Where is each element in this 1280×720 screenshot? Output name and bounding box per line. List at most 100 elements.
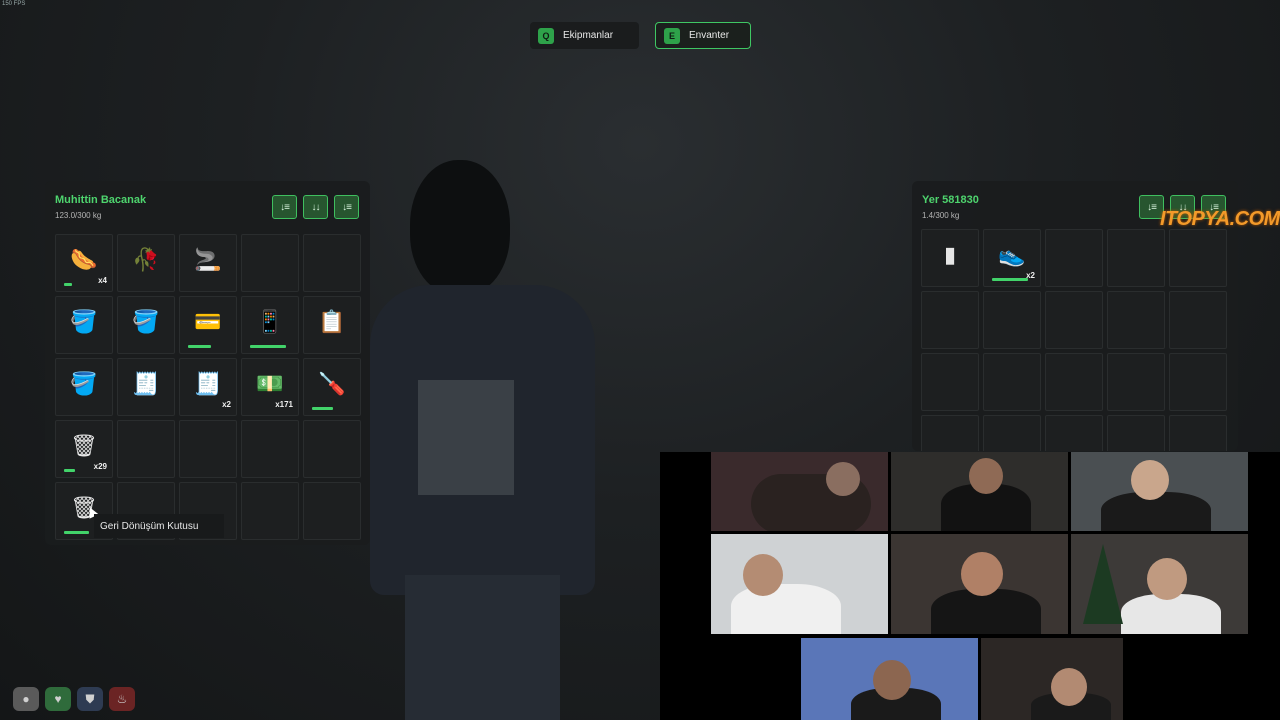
inventory-slot[interactable]: 🪣 (117, 296, 175, 354)
ground-inventory-grid: ▮ 👟 x2 (921, 229, 1227, 451)
phone-icon: 📱 (256, 309, 284, 334)
webcam-feed (981, 638, 1123, 720)
inventory-slot[interactable]: 🧾 x2 (179, 358, 237, 416)
inventory-slot[interactable] (1045, 415, 1103, 451)
inventory-slot[interactable]: 🪣 (55, 358, 113, 416)
character-head (410, 160, 510, 295)
bucket-icon: 🪣 (70, 371, 98, 396)
shield-icon: ⛊ (77, 687, 103, 711)
webcam-feed (1071, 534, 1248, 634)
inventory-slot[interactable]: 🪣 (55, 296, 113, 354)
sort-button[interactable]: ↓≡ (272, 195, 297, 219)
tab-equipment-label: Ekipmanlar (563, 30, 614, 41)
card-icon: 💳 (194, 309, 222, 334)
inventory-slot[interactable] (241, 420, 299, 478)
durability-bar (312, 407, 333, 410)
tab-inventory[interactable]: E Envanter (655, 22, 751, 49)
sneakers-icon: 👟 (998, 242, 1026, 267)
inventory-slot[interactable]: 📱 (241, 296, 299, 354)
inventory-slot[interactable]: 👟 x2 (983, 229, 1041, 287)
inventory-slot[interactable] (1107, 229, 1165, 287)
inventory-slot[interactable] (1107, 291, 1165, 349)
inventory-slot[interactable] (1169, 229, 1227, 287)
inventory-slot[interactable] (303, 420, 361, 478)
inventory-slot[interactable] (921, 291, 979, 349)
webcam-feed (891, 534, 1068, 634)
inventory-slot[interactable]: 🧾 (117, 358, 175, 416)
player-weight: 123.0/300 kg (55, 211, 102, 220)
inventory-slot[interactable] (179, 420, 237, 478)
durability-bar (64, 469, 75, 472)
tab-inventory-key: E (664, 27, 680, 44)
receipt-icon: 🧾 (132, 371, 160, 396)
ground-name: Yer 581830 (922, 194, 979, 206)
item-count: x2 (222, 400, 231, 409)
inventory-slot[interactable]: 🗑 x29 (55, 420, 113, 478)
inventory-slot[interactable]: 🪛 (303, 358, 361, 416)
inventory-slot[interactable] (241, 482, 299, 540)
cash-icon: 💵 (256, 371, 284, 396)
player-inventory-panel: Muhittin Bacanak 123.0/300 kg ↓≡ ↓↓ ↓≡ 🌭… (45, 181, 370, 545)
inventory-slot[interactable]: 📋 (303, 296, 361, 354)
inventory-slot[interactable] (303, 482, 361, 540)
inventory-slot[interactable] (1045, 229, 1103, 287)
inventory-slot[interactable]: ▮ (921, 229, 979, 287)
inventory-slot[interactable]: 💳 (179, 296, 237, 354)
item-count: x4 (98, 276, 107, 285)
durability-bar (250, 345, 286, 348)
player-inventory-grid: 🌭x4🥀🚬🪣🪣💳📱📋🪣🧾🧾x2💵x171🪛🗑x29🗑x1 (55, 234, 361, 540)
inventory-slot[interactable] (1107, 353, 1165, 411)
inventory-slot[interactable] (1107, 415, 1165, 451)
inventory-slot[interactable] (1169, 291, 1227, 349)
clipboard-icon: 📋 (318, 309, 346, 334)
inventory-slot[interactable] (983, 415, 1041, 451)
item-count: x29 (93, 462, 107, 471)
heart-icon: ♥ (45, 687, 71, 711)
phone-icon: ▮ (943, 242, 957, 267)
watermark-logo: ITOPYA.COM (1160, 208, 1280, 230)
inventory-slot[interactable] (303, 234, 361, 292)
player-name: Muhittin Bacanak (55, 194, 147, 206)
inventory-slot[interactable] (1169, 415, 1227, 451)
inventory-slot[interactable]: 🌭 x4 (55, 234, 113, 292)
jacket-palm-print (418, 380, 514, 495)
durability-bar (188, 345, 211, 348)
ground-weight: 1.4/300 kg (922, 211, 960, 220)
inventory-slot[interactable]: 🥀 (117, 234, 175, 292)
webcam-feed (711, 534, 888, 634)
durability-bar (64, 531, 89, 534)
inventory-slot[interactable] (241, 234, 299, 292)
webcam-mosaic (660, 452, 1280, 720)
player-character (370, 155, 610, 720)
inventory-slot[interactable] (921, 415, 979, 451)
plant-icon: 🥀 (132, 247, 160, 272)
tab-equipment-key: Q (538, 27, 554, 44)
inventory-slot[interactable] (983, 291, 1041, 349)
food-icon: ♨ (109, 687, 135, 711)
inventory-slot[interactable]: 🚬 (179, 234, 237, 292)
inventory-slot[interactable] (921, 353, 979, 411)
hotdog-icon: 🌭 (70, 247, 98, 272)
webcam-feed (1071, 452, 1248, 531)
webcam-feed (711, 452, 888, 531)
person-icon: ● (13, 687, 39, 711)
fps-counter: 150 FPS (2, 1, 26, 7)
inventory-slot[interactable] (1045, 291, 1103, 349)
inventory-slot[interactable] (1169, 353, 1227, 411)
recycle-box-icon: 🗑 (70, 433, 98, 458)
durability-bar (64, 283, 72, 286)
inventory-slot[interactable] (117, 420, 175, 478)
screwdriver-icon: 🪛 (318, 371, 346, 396)
sort-button[interactable]: ↓↓ (303, 195, 328, 219)
bucket-icon: 🪣 (132, 309, 160, 334)
inventory-slot[interactable]: 💵 x171 (241, 358, 299, 416)
receipt-icon: 🧾 (194, 371, 222, 396)
inventory-slot[interactable] (1045, 353, 1103, 411)
sort-button[interactable]: ↓≡ (334, 195, 359, 219)
item-count: x171 (275, 400, 293, 409)
webcam-feed (891, 452, 1068, 531)
tab-equipment[interactable]: Q Ekipmanlar (530, 22, 639, 49)
item-tooltip: Geri Dönüşüm Kutusu (94, 514, 224, 538)
durability-bar (992, 278, 1028, 281)
inventory-slot[interactable] (983, 353, 1041, 411)
